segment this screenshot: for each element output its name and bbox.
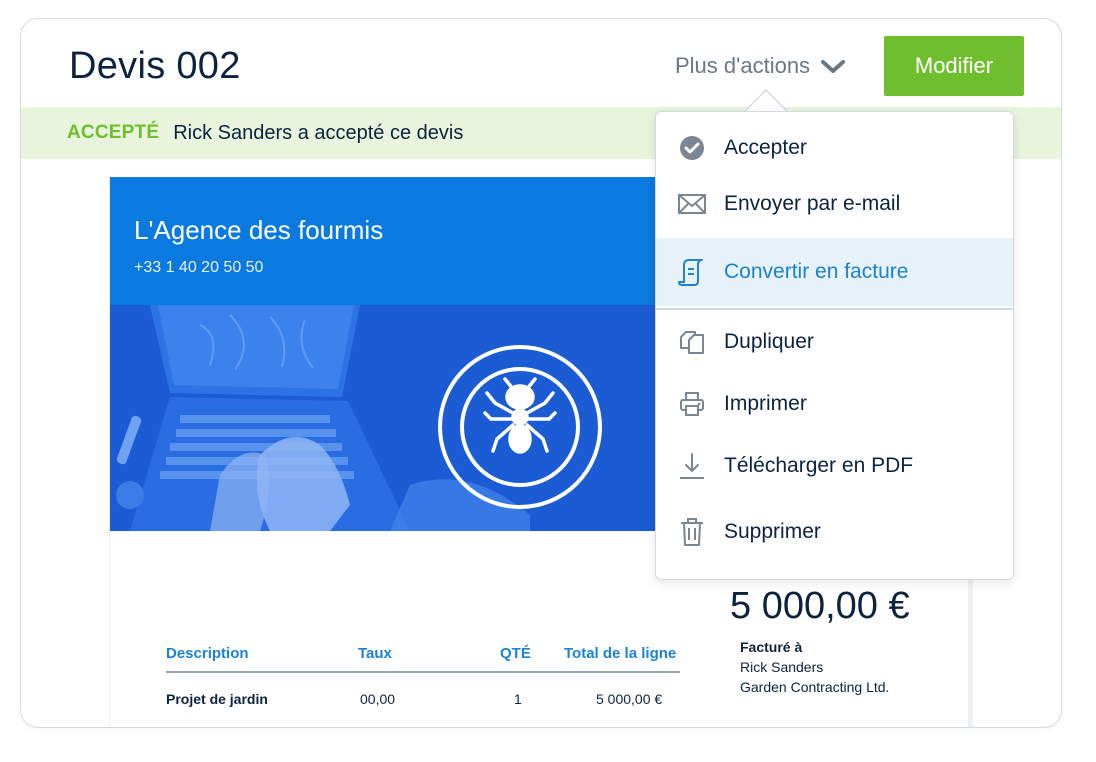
menu-item-send-email[interactable]: Envoyer par e-mail (656, 180, 1013, 228)
company-phone: +33 1 40 20 50 50 (134, 259, 264, 276)
row-line-total: 5 000,00 € (596, 691, 663, 707)
row-rate: 00,00 (360, 691, 396, 707)
menu-item-label: Télécharger en PDF (724, 454, 914, 477)
status-message: Rick Sanders a accepté ce devis (173, 121, 464, 144)
menu-item-label: Convertir en facture (724, 260, 909, 283)
menu-item-label: Envoyer par e-mail (724, 192, 901, 215)
menu-item-label: Supprimer (724, 520, 821, 543)
table-divider (166, 671, 680, 673)
billed-to-label: Facturé à (740, 639, 803, 655)
envelope-icon (676, 188, 708, 220)
laptop-illustration (110, 305, 656, 531)
download-icon (676, 450, 708, 482)
quote-window: Devis 002 Plus d'actions Modifier ACCEPT… (20, 18, 1062, 728)
menu-item-accept[interactable]: Accepter (656, 124, 1013, 172)
menu-item-convert-invoice[interactable]: Convertir en facture (656, 238, 1013, 306)
edit-button[interactable]: Modifier (884, 36, 1024, 96)
quote-total: 5 000,00 € (730, 585, 910, 627)
document-header: L'Agence des fourmis +33 1 40 20 50 50 (110, 177, 656, 305)
page-title: Devis 002 (69, 45, 241, 87)
trash-icon (676, 516, 708, 548)
duplicate-icon (676, 326, 708, 358)
menu-item-duplicate[interactable]: Dupliquer (656, 318, 1013, 366)
header-image (110, 305, 656, 531)
column-header-description: Description (166, 645, 249, 662)
column-header-line-total: Total de la ligne (564, 645, 677, 662)
menu-item-download-pdf[interactable]: Télécharger en PDF (656, 442, 1013, 490)
menu-item-print[interactable]: Imprimer (656, 380, 1013, 428)
menu-item-label: Accepter (724, 136, 807, 159)
row-description: Projet de jardin (166, 691, 268, 707)
more-actions-label: Plus d'actions (675, 53, 811, 78)
menu-item-label: Dupliquer (724, 330, 814, 353)
billed-to-name: Rick Sanders (740, 659, 824, 675)
check-circle-icon (676, 132, 708, 164)
more-actions-button[interactable]: Plus d'actions (675, 53, 846, 79)
menu-divider (656, 308, 1013, 310)
chevron-down-icon (821, 60, 846, 73)
printer-icon (676, 388, 708, 420)
status-badge: ACCEPTÉ (67, 122, 160, 143)
billed-to-company: Garden Contracting Ltd. (740, 679, 890, 695)
menu-item-label: Imprimer (724, 392, 807, 415)
column-header-qty: QTÉ (500, 645, 531, 662)
column-header-rate: Taux (358, 645, 392, 662)
row-qty: 1 (514, 691, 522, 707)
invoice-convert-icon (676, 256, 708, 288)
company-name: L'Agence des fourmis (134, 215, 384, 245)
actions-dropdown-menu: Accepter Envoyer par e-mail Convertir en… (655, 111, 1014, 580)
menu-item-delete[interactable]: Supprimer (656, 508, 1013, 556)
